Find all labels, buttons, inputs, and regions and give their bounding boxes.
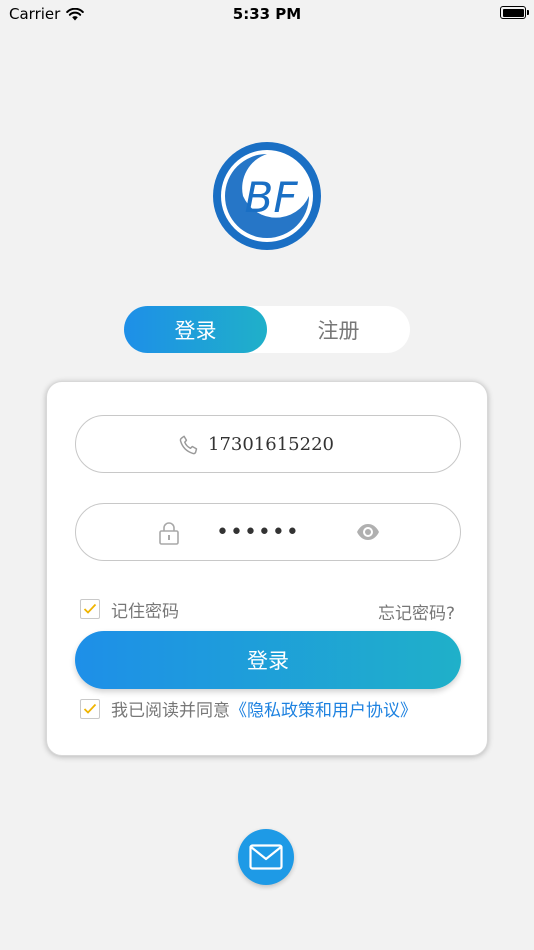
password-field bbox=[75, 503, 461, 561]
remember-label: 记住密码 bbox=[111, 602, 179, 622]
password-input[interactable] bbox=[216, 504, 336, 560]
mail-icon bbox=[249, 844, 283, 870]
eye-icon[interactable] bbox=[356, 523, 380, 541]
check-icon bbox=[83, 603, 97, 614]
mail-button[interactable] bbox=[238, 829, 294, 885]
agree-checkbox[interactable] bbox=[80, 699, 100, 719]
app-logo: BF bbox=[213, 142, 321, 250]
check-icon bbox=[83, 703, 97, 714]
phone-input[interactable] bbox=[208, 416, 408, 472]
tab-register[interactable]: 注册 bbox=[267, 306, 410, 353]
login-register-tabs: 登录 注册 bbox=[124, 306, 410, 353]
status-bar: Carrier 5:33 PM bbox=[0, 0, 534, 28]
agreement-text: 我已阅读并同意《隐私政策和用户协议》 bbox=[111, 696, 417, 721]
tab-login[interactable]: 登录 bbox=[124, 306, 267, 353]
logo-text: BF bbox=[245, 173, 299, 222]
agreement-row: 我已阅读并同意《隐私政策和用户协议》 bbox=[80, 695, 460, 721]
forgot-password-link[interactable]: 忘记密码? bbox=[378, 599, 455, 624]
agreement-prefix: 我已阅读并同意 bbox=[111, 701, 230, 721]
login-button[interactable]: 登录 bbox=[75, 631, 461, 689]
lock-icon bbox=[159, 522, 179, 545]
remember-row: 记住密码 忘记密码? bbox=[80, 597, 455, 624]
battery-icon bbox=[500, 6, 529, 19]
privacy-policy-link[interactable]: 《隐私政策和用户协议》 bbox=[230, 701, 417, 721]
phone-icon bbox=[179, 435, 198, 455]
phone-field bbox=[75, 415, 461, 473]
remember-checkbox[interactable] bbox=[80, 599, 100, 619]
status-time: 5:33 PM bbox=[232, 5, 302, 23]
login-card: 记住密码 忘记密码? 登录 我已阅读并同意《隐私政策和用户协议》 bbox=[46, 381, 488, 756]
